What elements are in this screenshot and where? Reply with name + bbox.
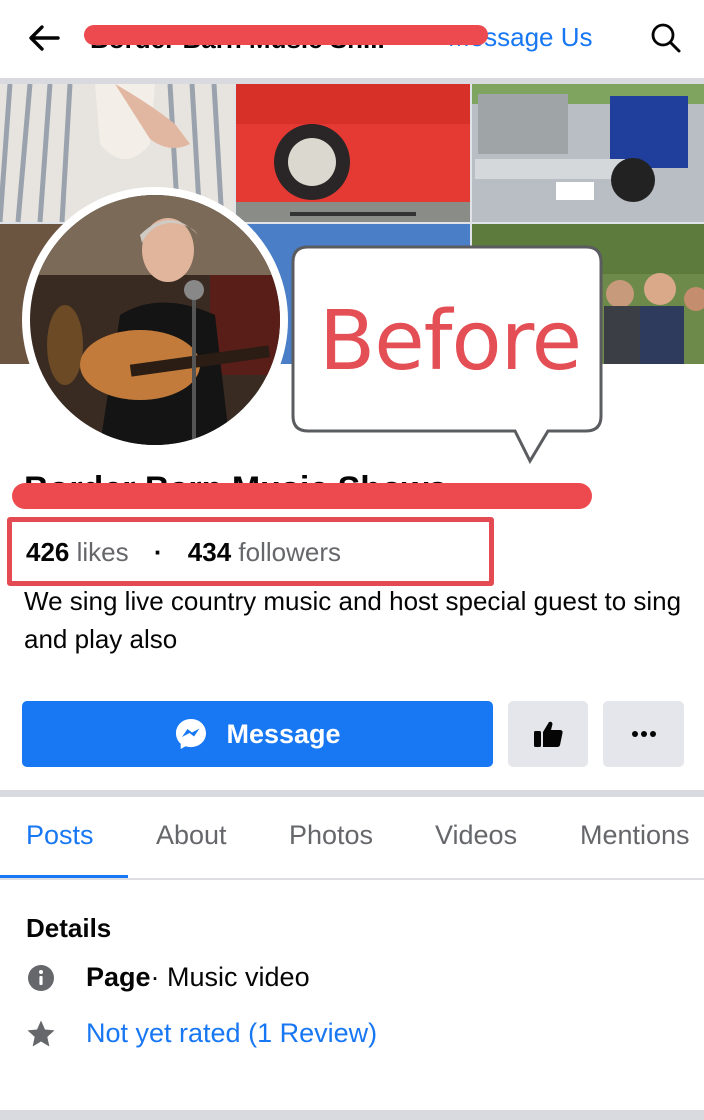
- details-heading: Details: [26, 913, 112, 943]
- message-button[interactable]: Message: [22, 701, 493, 767]
- tab-photos[interactable]: Photos: [289, 820, 373, 851]
- profile-picture[interactable]: [22, 187, 288, 453]
- profile-photo-image: [30, 195, 280, 445]
- rating-link[interactable]: Not yet rated (1 Review): [86, 1018, 377, 1049]
- star-icon-wrap: [26, 1019, 56, 1049]
- category-label: Page: [86, 962, 151, 992]
- tab-videos[interactable]: Videos: [435, 820, 517, 851]
- category-value: · Music video: [150, 962, 310, 992]
- back-arrow-icon: [29, 25, 60, 51]
- more-icon: [631, 731, 656, 737]
- info-icon: [28, 964, 54, 991]
- section-divider: [0, 790, 704, 797]
- star-icon: [27, 1020, 55, 1046]
- stats-highlight-box: [7, 517, 494, 586]
- tab-posts[interactable]: Posts: [26, 820, 94, 851]
- like-button[interactable]: [508, 701, 588, 767]
- messenger-icon: [176, 719, 207, 749]
- search-button[interactable]: [648, 20, 684, 56]
- page-bio: We sing live country music and host spec…: [24, 586, 682, 654]
- tab-about[interactable]: About: [156, 820, 227, 851]
- page-tabs: Posts About Photos Videos Mentions: [0, 798, 704, 880]
- more-options-button[interactable]: [603, 701, 684, 767]
- active-tab-indicator: [0, 875, 128, 878]
- bottom-divider: [0, 1110, 704, 1120]
- message-button-label: Message: [226, 718, 341, 749]
- name-redaction-mark: [12, 483, 592, 509]
- search-icon: [651, 23, 681, 53]
- tab-mentions[interactable]: Mentions: [580, 820, 690, 851]
- title-redaction-mark: [84, 25, 488, 45]
- info-icon-wrap: [26, 963, 56, 993]
- back-button[interactable]: [24, 20, 64, 56]
- rating-row[interactable]: Not yet rated (1 Review): [26, 1018, 377, 1049]
- before-callout-text: Before: [318, 294, 582, 389]
- thumbs-up-icon: [534, 721, 563, 747]
- page-category-row: Page · Music video: [26, 962, 310, 993]
